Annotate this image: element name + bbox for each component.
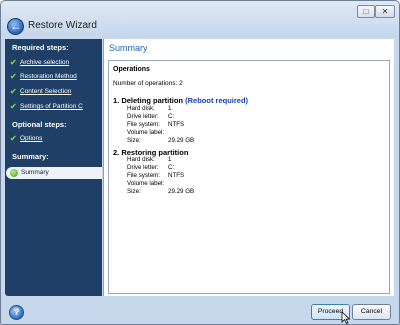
detail-key: Volume label: (127, 180, 165, 187)
detail-key: Hard disk: (127, 105, 155, 112)
detail-row: Volume label: (127, 129, 168, 136)
detail-row: Drive letter: C: (127, 164, 174, 171)
detail-key: File system: (127, 121, 161, 128)
maximize-icon: □ (363, 7, 369, 16)
help-icon: ? (14, 307, 20, 317)
detail-row: Size: 29.29 GB (127, 137, 194, 144)
detail-key: Drive letter: (127, 164, 159, 171)
help-button[interactable]: ? (9, 305, 24, 320)
maximize-button[interactable]: □ (357, 5, 375, 18)
detail-value: NTFS (168, 172, 185, 179)
wizard-footer: ? Proceed Cancel (1, 297, 399, 324)
step-label[interactable]: Archive selection (20, 59, 69, 66)
step-label: Summary (21, 169, 49, 176)
check-icon: ✔ (10, 58, 17, 67)
window-title: Restore Wizard (28, 20, 97, 31)
required-steps-heading: Required steps: (12, 43, 69, 52)
title-bar: ← Restore Wizard □ ✕ (1, 1, 399, 37)
operations-box: Operations Number of operations: 2 1. De… (108, 60, 390, 294)
detail-row: Size: 29.29 GB (127, 188, 194, 195)
close-icon: ✕ (381, 7, 389, 16)
check-icon: ✔ (10, 102, 17, 111)
step-summary-active[interactable]: Summary (6, 167, 102, 179)
detail-row: File system: NTFS (127, 172, 184, 179)
detail-row: Hard disk: 1 (127, 156, 171, 163)
back-arrow-icon: ← (10, 19, 22, 33)
current-step-icon (10, 169, 18, 177)
detail-key: Volume label: (127, 129, 165, 136)
detail-row: Hard disk: 1 (127, 105, 171, 112)
close-button[interactable]: ✕ (375, 5, 395, 18)
detail-value: NTFS (168, 121, 185, 128)
detail-row: Volume label: (127, 180, 168, 187)
step-label[interactable]: Content Selection (20, 88, 71, 95)
detail-key: File system: (127, 172, 161, 179)
detail-key: Size: (127, 137, 141, 144)
step-label[interactable]: Options (20, 135, 42, 142)
step-label[interactable]: Settings of Partition C (20, 103, 83, 110)
operation-name: 1. Deleting partition (113, 96, 184, 105)
check-icon: ✔ (10, 87, 17, 96)
check-icon: ✔ (10, 72, 17, 81)
detail-key: Drive letter: (127, 113, 159, 120)
restore-wizard-window: ← Restore Wizard □ ✕ Required steps: ✔ A… (0, 0, 400, 325)
back-button[interactable]: ← (7, 18, 24, 35)
mouse-pointer-icon (341, 311, 351, 324)
detail-key: Size: (127, 188, 141, 195)
detail-key: Hard disk: (127, 156, 155, 163)
detail-row: Drive letter: C: (127, 113, 174, 120)
optional-steps-heading: Optional steps: (12, 120, 67, 129)
wizard-steps-sidebar: Required steps: ✔ Archive selection ✔ Re… (5, 39, 102, 296)
detail-value: C: (168, 113, 175, 120)
page-title: Summary (109, 43, 148, 53)
reboot-note: (Reboot required) (185, 96, 249, 105)
operations-count: Number of operations: 2 (113, 80, 183, 87)
detail-value: 29.29 GB (168, 137, 195, 144)
detail-row: File system: NTFS (127, 121, 184, 128)
operations-header: Operations (113, 66, 150, 73)
summary-heading: Summary: (12, 152, 49, 161)
detail-value: 1 (168, 156, 172, 163)
cancel-button[interactable]: Cancel (352, 304, 391, 320)
detail-value: C: (168, 164, 175, 171)
check-icon: ✔ (10, 134, 17, 143)
operation-title: 1. Deleting partition (Reboot required) (113, 96, 248, 105)
detail-value: 29.29 GB (168, 188, 195, 195)
detail-value: 1 (168, 105, 172, 112)
step-label[interactable]: Restoration Method (20, 73, 77, 80)
summary-panel: Summary Operations Number of operations:… (103, 39, 394, 296)
